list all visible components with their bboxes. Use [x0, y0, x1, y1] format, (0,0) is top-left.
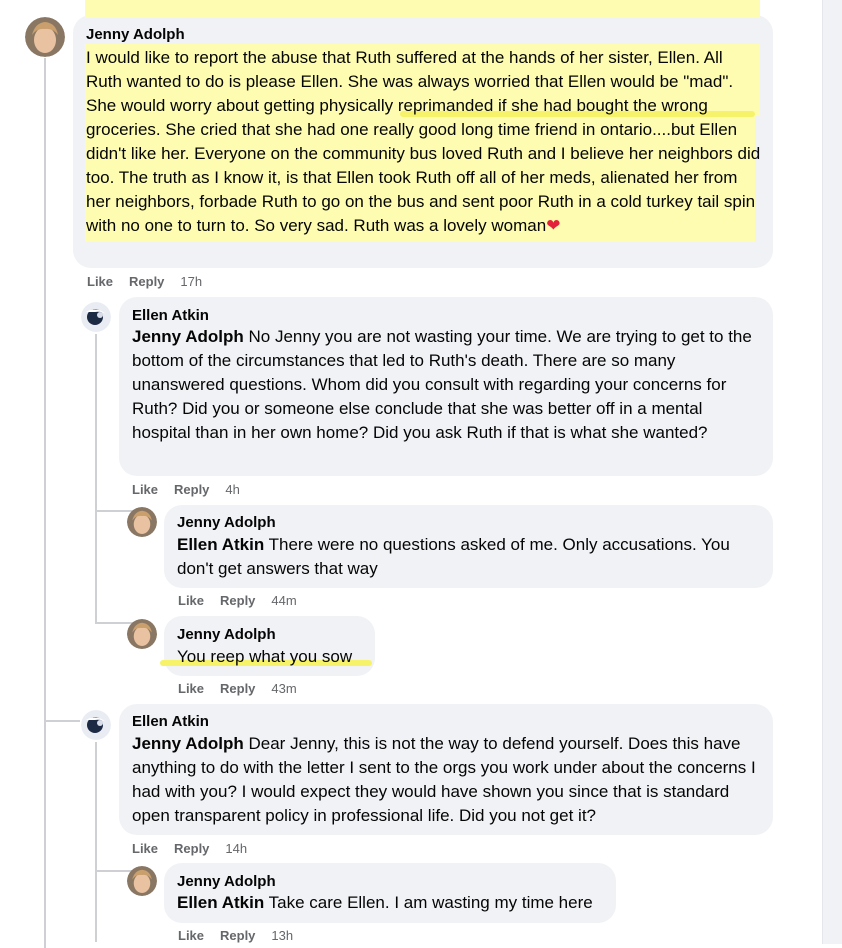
- heart-icon: ❤: [546, 216, 561, 235]
- comment-author[interactable]: Jenny Adolph: [177, 626, 276, 643]
- thread-line: [44, 58, 46, 948]
- reply-button[interactable]: Reply: [129, 274, 164, 289]
- comment-actions: Like Reply 4h: [132, 482, 240, 497]
- mention-link[interactable]: Ellen Atkin: [177, 535, 264, 554]
- comment-timestamp[interactable]: 4h: [225, 482, 239, 497]
- comment-text: I would like to report the abuse that Ru…: [86, 48, 761, 235]
- comment-actions: Like Reply 43m: [178, 681, 297, 696]
- comment-timestamp[interactable]: 17h: [180, 274, 202, 289]
- avatar[interactable]: [81, 302, 111, 332]
- comment-author[interactable]: Ellen Atkin: [132, 713, 209, 730]
- comment-author[interactable]: Jenny Adolph: [177, 873, 276, 890]
- reply-button[interactable]: Reply: [220, 593, 255, 608]
- mention-link[interactable]: Jenny Adolph: [132, 327, 244, 346]
- comment-author[interactable]: Jenny Adolph: [177, 514, 276, 531]
- avatar[interactable]: [25, 17, 65, 57]
- mention-link[interactable]: Ellen Atkin: [177, 893, 264, 912]
- avatar[interactable]: [127, 619, 157, 649]
- like-button[interactable]: Like: [87, 274, 113, 289]
- thread-line: [95, 622, 133, 624]
- like-button[interactable]: Like: [178, 593, 204, 608]
- comment-actions: Like Reply 44m: [178, 593, 297, 608]
- comment-author[interactable]: Ellen Atkin: [132, 307, 209, 324]
- comment-actions: Like Reply 17h: [87, 274, 202, 289]
- like-button[interactable]: Like: [132, 841, 158, 856]
- comment-text: Ellen Atkin There were no questions aske…: [177, 535, 730, 578]
- reply-button[interactable]: Reply: [174, 841, 209, 856]
- comment-text: Ellen Atkin Take care Ellen. I am wastin…: [177, 893, 593, 912]
- page-scrollbar[interactable]: [822, 0, 842, 944]
- highlight-mark: [85, 0, 760, 18]
- comment-text: Jenny Adolph No Jenny you are not wastin…: [132, 327, 752, 442]
- comment-timestamp[interactable]: 43m: [271, 681, 296, 696]
- avatar[interactable]: [81, 710, 111, 740]
- mention-link[interactable]: Jenny Adolph: [132, 734, 244, 753]
- avatar[interactable]: [127, 866, 157, 896]
- thread-line: [95, 870, 133, 872]
- avatar[interactable]: [127, 507, 157, 537]
- comment-timestamp[interactable]: 13h: [271, 928, 293, 943]
- thread-line: [44, 720, 80, 722]
- like-button[interactable]: Like: [132, 482, 158, 497]
- comment-actions: Like Reply 14h: [132, 841, 247, 856]
- comment-author[interactable]: Jenny Adolph: [86, 26, 185, 43]
- comment-text: You reep what you sow: [177, 647, 353, 666]
- comment-timestamp[interactable]: 44m: [271, 593, 296, 608]
- like-button[interactable]: Like: [178, 928, 204, 943]
- reply-button[interactable]: Reply: [220, 928, 255, 943]
- like-button[interactable]: Like: [178, 681, 204, 696]
- comment-timestamp[interactable]: 14h: [225, 841, 247, 856]
- reply-button[interactable]: Reply: [220, 681, 255, 696]
- comment-text: Jenny Adolph Dear Jenny, this is not the…: [132, 734, 756, 825]
- thread-line: [95, 334, 97, 624]
- comment-actions: Like Reply 13h: [178, 928, 293, 943]
- thread-line: [95, 742, 97, 942]
- reply-button[interactable]: Reply: [174, 482, 209, 497]
- thread-line: [95, 510, 133, 512]
